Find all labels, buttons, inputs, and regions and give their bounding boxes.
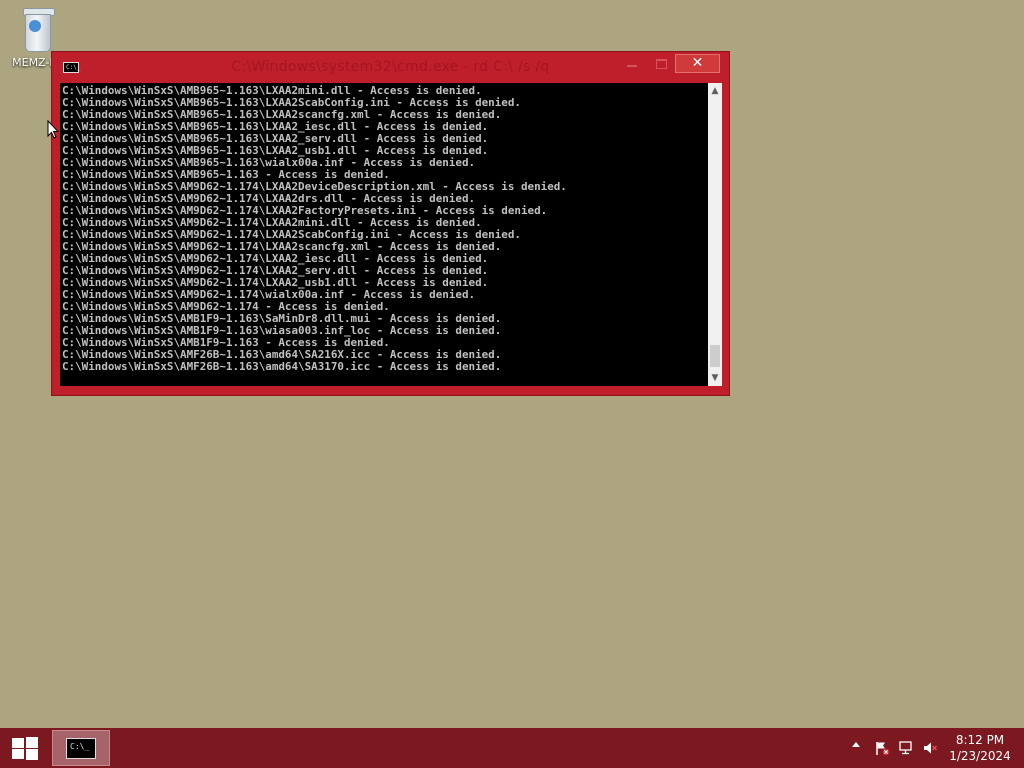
taskbar: C:\_ 8:12 PM 1/23/2024 xyxy=(0,728,1024,768)
scroll-down-icon[interactable]: ▼ xyxy=(708,370,722,386)
scroll-up-icon[interactable]: ▲ xyxy=(708,83,722,99)
minimize-button[interactable] xyxy=(618,54,646,73)
close-button[interactable]: ✕ xyxy=(675,54,720,73)
console-line: C:\Windows\WinSxS\AMF26B~1.163\amd64\SA3… xyxy=(62,360,502,373)
clock-time: 8:12 PM xyxy=(955,733,1005,747)
show-hidden-icons-icon[interactable] xyxy=(852,742,860,747)
maximize-button[interactable] xyxy=(648,54,674,73)
cmd-icon: C:\_ xyxy=(66,738,96,759)
windows-logo-icon xyxy=(12,737,38,760)
recycle-bin-icon xyxy=(21,6,55,54)
title-bar[interactable]: C:\_ C:\Windows\system32\cmd.exe - rd C:… xyxy=(52,52,729,81)
clock-date: 1/23/2024 xyxy=(949,749,1011,763)
vertical-scrollbar[interactable]: ▲ ▼ xyxy=(708,83,722,386)
volume-muted-icon[interactable] xyxy=(922,740,938,756)
taskbar-item-cmd[interactable]: C:\_ xyxy=(52,730,110,766)
system-clock[interactable]: 8:12 PM 1/23/2024 xyxy=(944,732,1016,764)
action-center-flag-icon[interactable] xyxy=(874,740,890,756)
start-button[interactable] xyxy=(0,728,50,768)
close-icon: ✕ xyxy=(691,55,704,71)
scroll-thumb[interactable] xyxy=(710,345,720,367)
console-window[interactable]: C:\_ C:\Windows\system32\cmd.exe - rd C:… xyxy=(52,52,729,395)
network-icon[interactable] xyxy=(898,740,914,756)
console-output[interactable]: C:\Windows\WinSxS\AMB965~1.163\LXAA2mini… xyxy=(60,83,708,386)
